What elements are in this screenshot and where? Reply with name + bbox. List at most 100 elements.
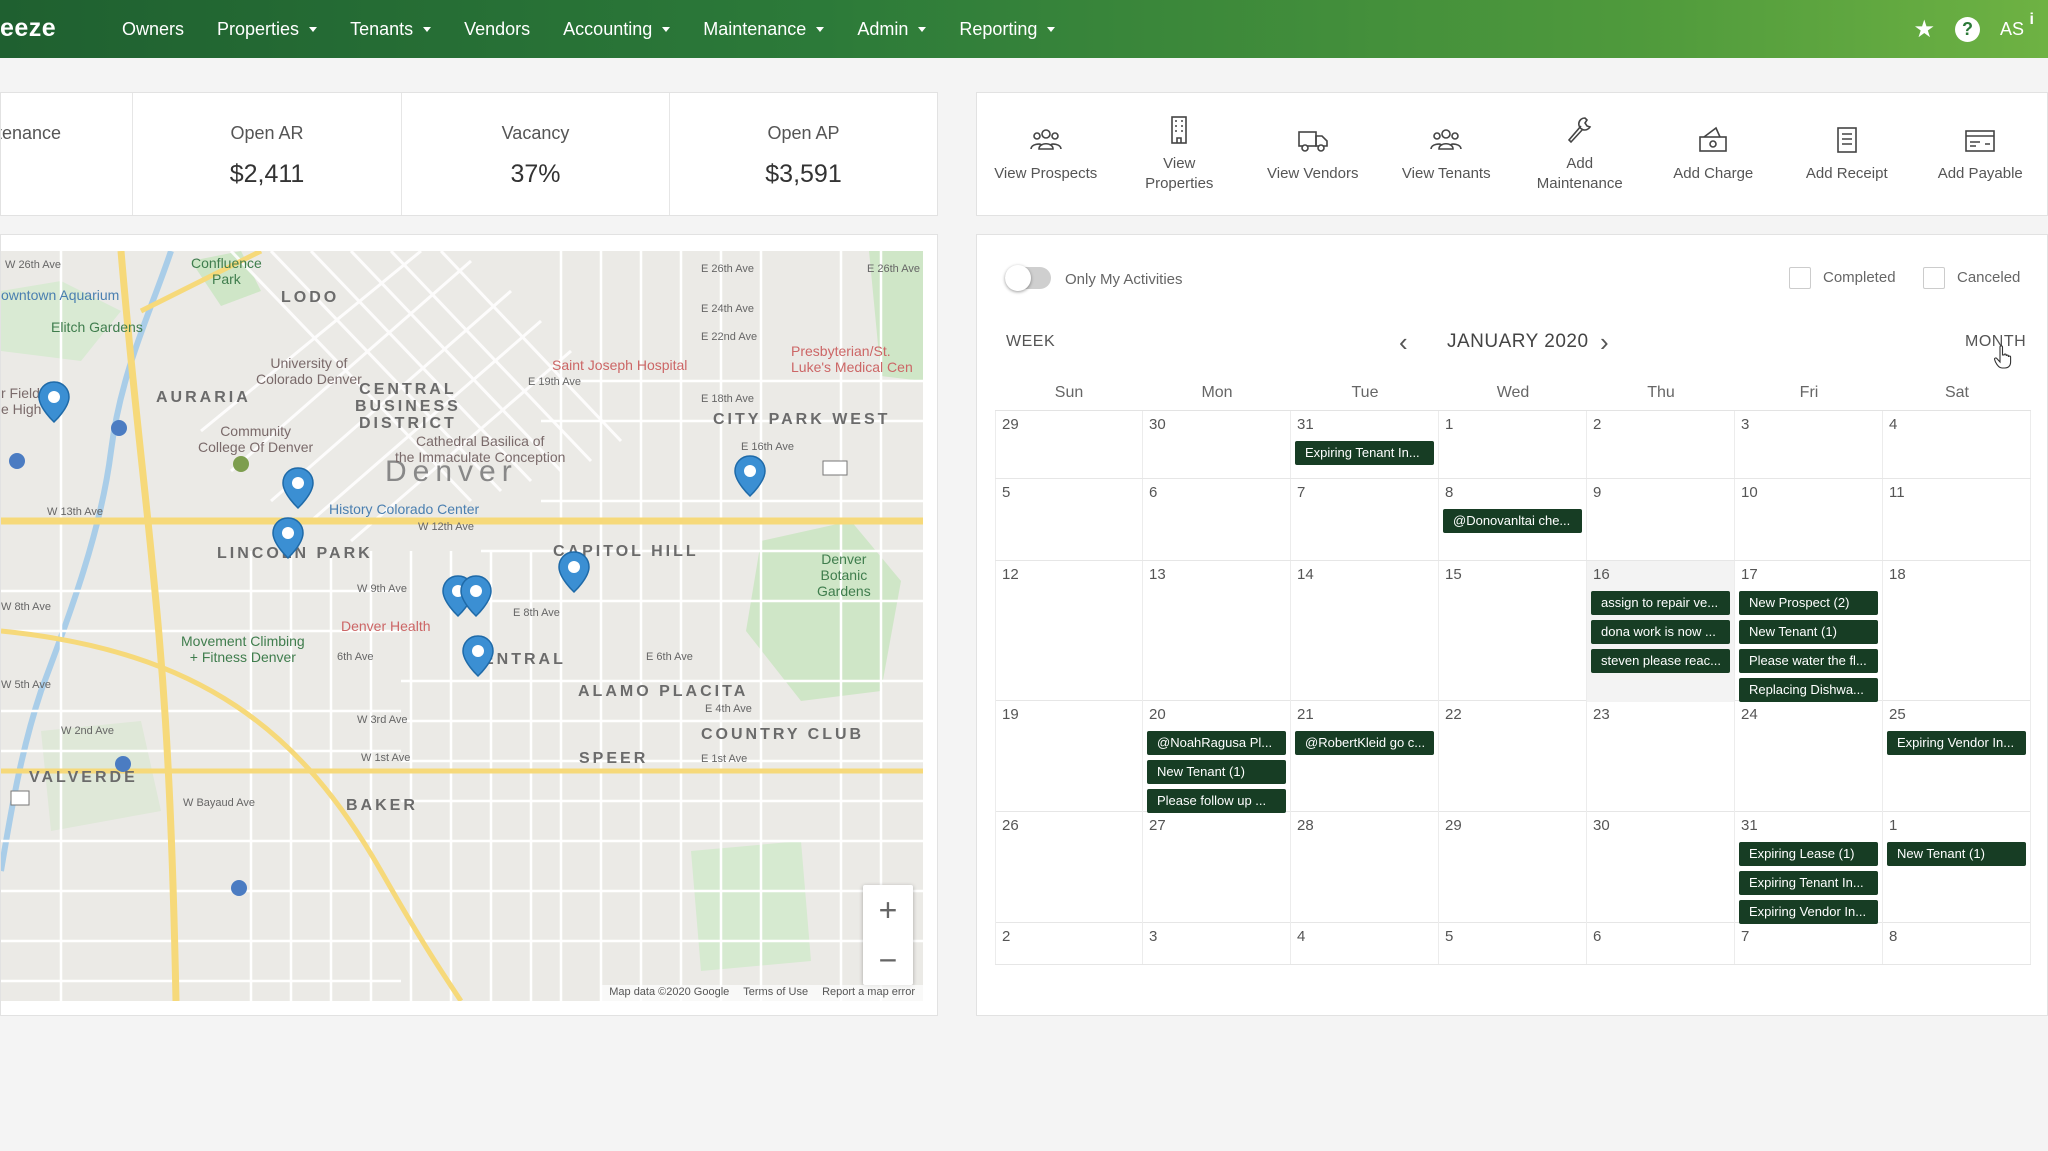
calendar-day-cell[interactable]: 4 [1883, 411, 2031, 478]
calendar-event[interactable]: Expiring Vendor In... [1887, 731, 2026, 755]
calendar-day-cell[interactable]: 18 [1883, 561, 2031, 702]
calendar-day-cell[interactable]: 2 [995, 923, 1143, 964]
nav-item-vendors[interactable]: Vendors [464, 19, 530, 40]
calendar-day-cell[interactable]: 16 assign to repair ve... dona work is now… [1587, 561, 1735, 702]
stat-maintenance[interactable]: ntenance 7 [1, 93, 133, 215]
calendar-day-cell[interactable]: 5 [1439, 923, 1587, 964]
calendar-day-cell[interactable]: 23 [1587, 701, 1735, 813]
calendar-event[interactable]: Expiring Tenant In... [1295, 441, 1434, 465]
calendar-event[interactable]: Expiring Tenant In... [1739, 871, 1878, 895]
canceled-checkbox[interactable] [1923, 267, 1945, 289]
action-add-receipt[interactable]: Add Receipt [1780, 93, 1914, 215]
completed-checkbox[interactable] [1789, 267, 1811, 289]
calendar-event[interactable]: Replacing Dishwa... [1739, 678, 1878, 702]
action-view-properties[interactable]: View Properties [1113, 93, 1247, 215]
calendar-day-cell[interactable]: 20 @NoahRagusa Pl... New Tenant (1) Please … [1143, 701, 1291, 813]
action-view-vendors[interactable]: View Vendors [1246, 93, 1380, 215]
calendar-day-cell[interactable]: 30 [1587, 812, 1735, 924]
nav-item-reporting[interactable]: Reporting [959, 19, 1056, 40]
calendar-day-cell[interactable]: 10 [1735, 479, 1883, 560]
terms-link[interactable]: Terms of Use [743, 986, 808, 1000]
calendar-event[interactable]: @NoahRagusa Pl... [1147, 731, 1286, 755]
nav-item-maintenance[interactable]: Maintenance [703, 19, 825, 40]
map-pin-icon[interactable] [557, 551, 591, 594]
stat-open-ap[interactable]: Open AP $3,591 [670, 93, 937, 215]
calendar-day-cell[interactable]: 31 Expiring Lease (1) Expiring Tenant In..… [1735, 812, 1883, 924]
calendar-day-cell[interactable]: 11 [1883, 479, 2031, 560]
calendar-event[interactable]: Expiring Vendor In... [1739, 900, 1878, 924]
calendar-day-cell[interactable]: 1 New Tenant (1) [1883, 812, 2031, 924]
action-view-tenants[interactable]: View Tenants [1380, 93, 1514, 215]
action-add-maintenance[interactable]: Add Maintenance [1513, 93, 1647, 215]
brand-logo[interactable]: eeze [0, 14, 56, 43]
calendar-day-cell[interactable]: 8 [1883, 923, 2031, 964]
calendar-event[interactable]: New Prospect (2) [1739, 591, 1878, 615]
calendar-day-cell[interactable]: 12 [995, 561, 1143, 702]
nav-item-accounting[interactable]: Accounting [563, 19, 671, 40]
action-view-prospects[interactable]: View Prospects [979, 93, 1113, 215]
calendar-event[interactable]: dona work is now ... [1591, 620, 1730, 644]
calendar-day-cell[interactable]: 13 [1143, 561, 1291, 702]
report-error-link[interactable]: Report a map error [822, 986, 915, 1000]
calendar-day-cell[interactable]: 26 [995, 812, 1143, 924]
map-pin-icon[interactable] [733, 455, 767, 498]
action-add-charge[interactable]: Add Charge [1647, 93, 1781, 215]
calendar-day-cell[interactable]: 24 [1735, 701, 1883, 813]
calendar-day-cell[interactable]: 31 Expiring Tenant In... [1291, 411, 1439, 478]
calendar-day-cell[interactable]: 22 [1439, 701, 1587, 813]
only-my-activities-toggle[interactable] [1005, 265, 1051, 291]
calendar-day-cell[interactable]: 27 [1143, 812, 1291, 924]
map-pin-icon[interactable] [281, 467, 315, 510]
stat-vacancy[interactable]: Vacancy 37% [402, 93, 670, 215]
calendar-event[interactable]: Please water the fl... [1739, 649, 1878, 673]
calendar-event[interactable]: Please follow up ... [1147, 789, 1286, 813]
map-pin-icon[interactable] [461, 635, 495, 678]
action-add-payable[interactable]: Add Payable [1914, 93, 2048, 215]
calendar-event[interactable]: @Donovanltai che... [1443, 509, 1582, 533]
calendar-day-cell[interactable]: 14 [1291, 561, 1439, 702]
nav-item-owners[interactable]: Owners [122, 19, 184, 40]
calendar-day-cell[interactable]: 15 [1439, 561, 1587, 702]
calendar-day-cell[interactable]: 5 [995, 479, 1143, 560]
nav-item-properties[interactable]: Properties [217, 19, 318, 40]
calendar-day-cell[interactable]: 25 Expiring Vendor In... [1883, 701, 2031, 813]
calendar-day-cell[interactable]: 17 New Prospect (2) New Tenant (1) Please w… [1735, 561, 1883, 702]
calendar-day-cell[interactable]: 6 [1143, 479, 1291, 560]
calendar-day-cell[interactable]: 8 @Donovanltai che... [1439, 479, 1587, 560]
calendar-event[interactable]: Expiring Lease (1) [1739, 842, 1878, 866]
calendar-event[interactable]: New Tenant (1) [1739, 620, 1878, 644]
help-icon[interactable]: ? [1954, 16, 1980, 42]
map-pin-icon[interactable] [459, 575, 493, 618]
calendar-day-cell[interactable]: 30 [1143, 411, 1291, 478]
calendar-event[interactable]: assign to repair ve... [1591, 591, 1730, 615]
star-icon[interactable]: ★ [1913, 15, 1935, 44]
calendar-day-cell[interactable]: 19 [995, 701, 1143, 813]
calendar-day-cell[interactable]: 7 [1735, 923, 1883, 964]
user-avatar[interactable]: AS i [2000, 11, 2034, 40]
week-view-button[interactable]: WEEK [1006, 333, 1055, 351]
calendar-day-cell[interactable]: 2 [1587, 411, 1735, 478]
calendar-day-cell[interactable]: 28 [1291, 812, 1439, 924]
calendar-day-cell[interactable]: 29 [1439, 812, 1587, 924]
calendar-event[interactable]: @RobertKleid go c... [1295, 731, 1434, 755]
calendar-event[interactable]: New Tenant (1) [1887, 842, 2026, 866]
calendar-day-cell[interactable]: 21 @RobertKleid go c... [1291, 701, 1439, 813]
nav-item-tenants[interactable]: Tenants [350, 19, 432, 40]
calendar-day-cell[interactable]: 7 [1291, 479, 1439, 560]
calendar-day-cell[interactable]: 3 [1735, 411, 1883, 478]
calendar-day-cell[interactable]: 1 [1439, 411, 1587, 478]
zoom-in-button[interactable]: + [863, 885, 913, 935]
calendar-event[interactable]: New Tenant (1) [1147, 760, 1286, 784]
next-month-button[interactable]: › [1600, 327, 1609, 358]
calendar-day-cell[interactable]: 9 [1587, 479, 1735, 560]
calendar-day-cell[interactable]: 6 [1587, 923, 1735, 964]
map-pin-icon[interactable] [37, 381, 71, 424]
calendar-day-cell[interactable]: 4 [1291, 923, 1439, 964]
calendar-event[interactable]: steven please reac... [1591, 649, 1730, 673]
zoom-out-button[interactable]: − [863, 935, 913, 985]
map-pin-icon[interactable] [271, 517, 305, 560]
calendar-day-cell[interactable]: 3 [1143, 923, 1291, 964]
stat-open-ar[interactable]: Open AR $2,411 [133, 93, 402, 215]
calendar-day-cell[interactable]: 29 [995, 411, 1143, 478]
nav-item-admin[interactable]: Admin [857, 19, 927, 40]
